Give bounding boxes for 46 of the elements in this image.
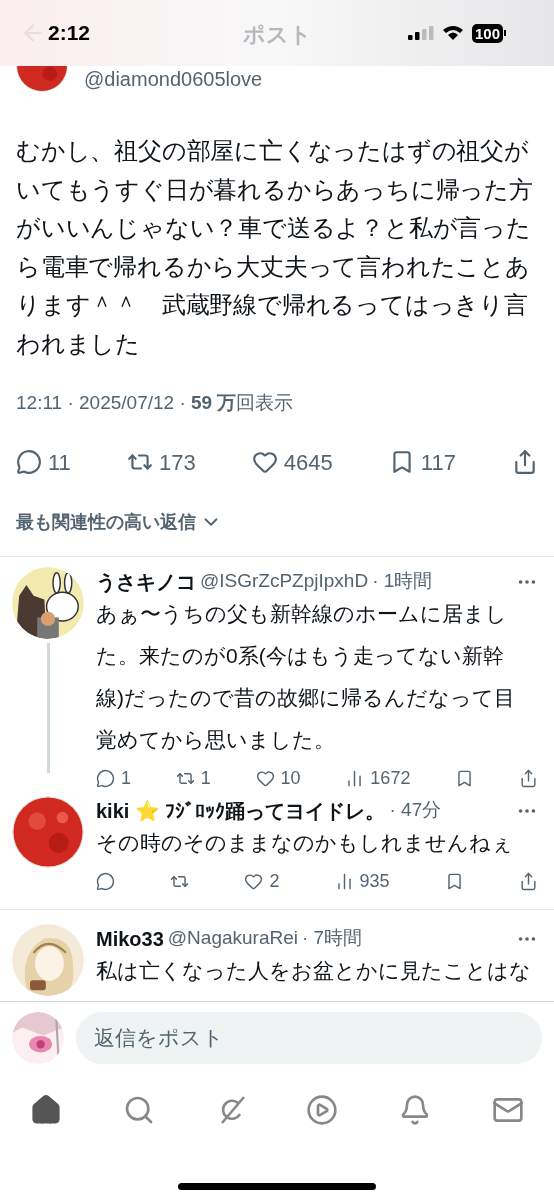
home-icon [30,1094,62,1126]
header-title: ポスト [242,21,312,49]
reply-time: · 1時間 [372,569,433,594]
reply-handle: @NagakuraRei [167,926,298,951]
share-button[interactable] [518,768,538,788]
heart-icon [244,871,264,891]
bookmark-button[interactable]: 117 [388,445,456,479]
video-tab[interactable] [306,1094,339,1126]
like-button[interactable]: 2 [244,867,280,895]
reply-icon [96,871,115,891]
reply-text: あぁ〜うちの父も新幹線のホームに居ました。来たのが0系(今はもう走ってない新幹線)だったので昔の故郷に帰るんだなって目覚めてから思いました。 [96,600,516,753]
reply-text: 私は亡くなった人をお盆とかに見たことはな [96,957,532,984]
post-text: むかし、祖父の部屋に亡くなったはずの祖父がいてもうすぐ日が暮れるからあっちに帰った方がいいんじゃない？車で送るよ？と私が言ったら電車で帰れるから大丈夫って言われたことあります＾＾ 武蔵野線で帰れるってはっきり言われました [15,136,534,359]
reply-author-name: Miko33 [96,926,164,952]
post-meta: 12:11 · 2025/07/12 · 59 万回表示 [15,391,295,415]
repost-button[interactable]: 1 [175,764,211,792]
sort-replies-dropdown[interactable]: 最も関連性の高い返信 [0,508,238,536]
wifi-icon [441,25,464,41]
reply-author-name: kiki ⭐ ﾌｼﾞﾛｯｸ踊ってヨイドレ。 [96,798,386,824]
reply-button[interactable] [96,871,115,891]
reply-time: · 7時間 [302,926,363,951]
reply-button[interactable]: 11 [16,445,71,479]
reply-icon [16,449,42,475]
home-tab[interactable] [30,1094,62,1126]
reply-author-name: うさキノコ [96,569,196,595]
reply-time: · 47分 [389,798,442,823]
share-icon [518,768,538,788]
reply-icon [96,768,115,788]
heart-icon [255,768,275,788]
reply-button[interactable]: 1 [96,764,131,792]
views-button[interactable]: 935 [334,867,390,895]
share-icon [519,871,538,891]
battery-indicator: 100 [471,23,506,43]
signal-icon [407,26,434,40]
views-button[interactable]: 1672 [345,764,411,792]
author-handle: @diamond0605love [84,67,263,92]
reply-handle: @ISGrZcPZpjIpxhD [200,569,369,594]
repost-button[interactable]: 173 [126,445,196,479]
play-icon [306,1094,339,1126]
status-time: 2:12 [48,20,91,47]
reply-text: その時のそのままなのかもしれませんねぇ [96,829,514,856]
reply-input[interactable]: 返信をポスト [76,1012,542,1064]
like-button[interactable]: 10 [255,764,301,792]
like-button[interactable]: 4645 [251,445,333,479]
heart-icon [251,449,278,475]
share-button[interactable] [519,871,538,891]
